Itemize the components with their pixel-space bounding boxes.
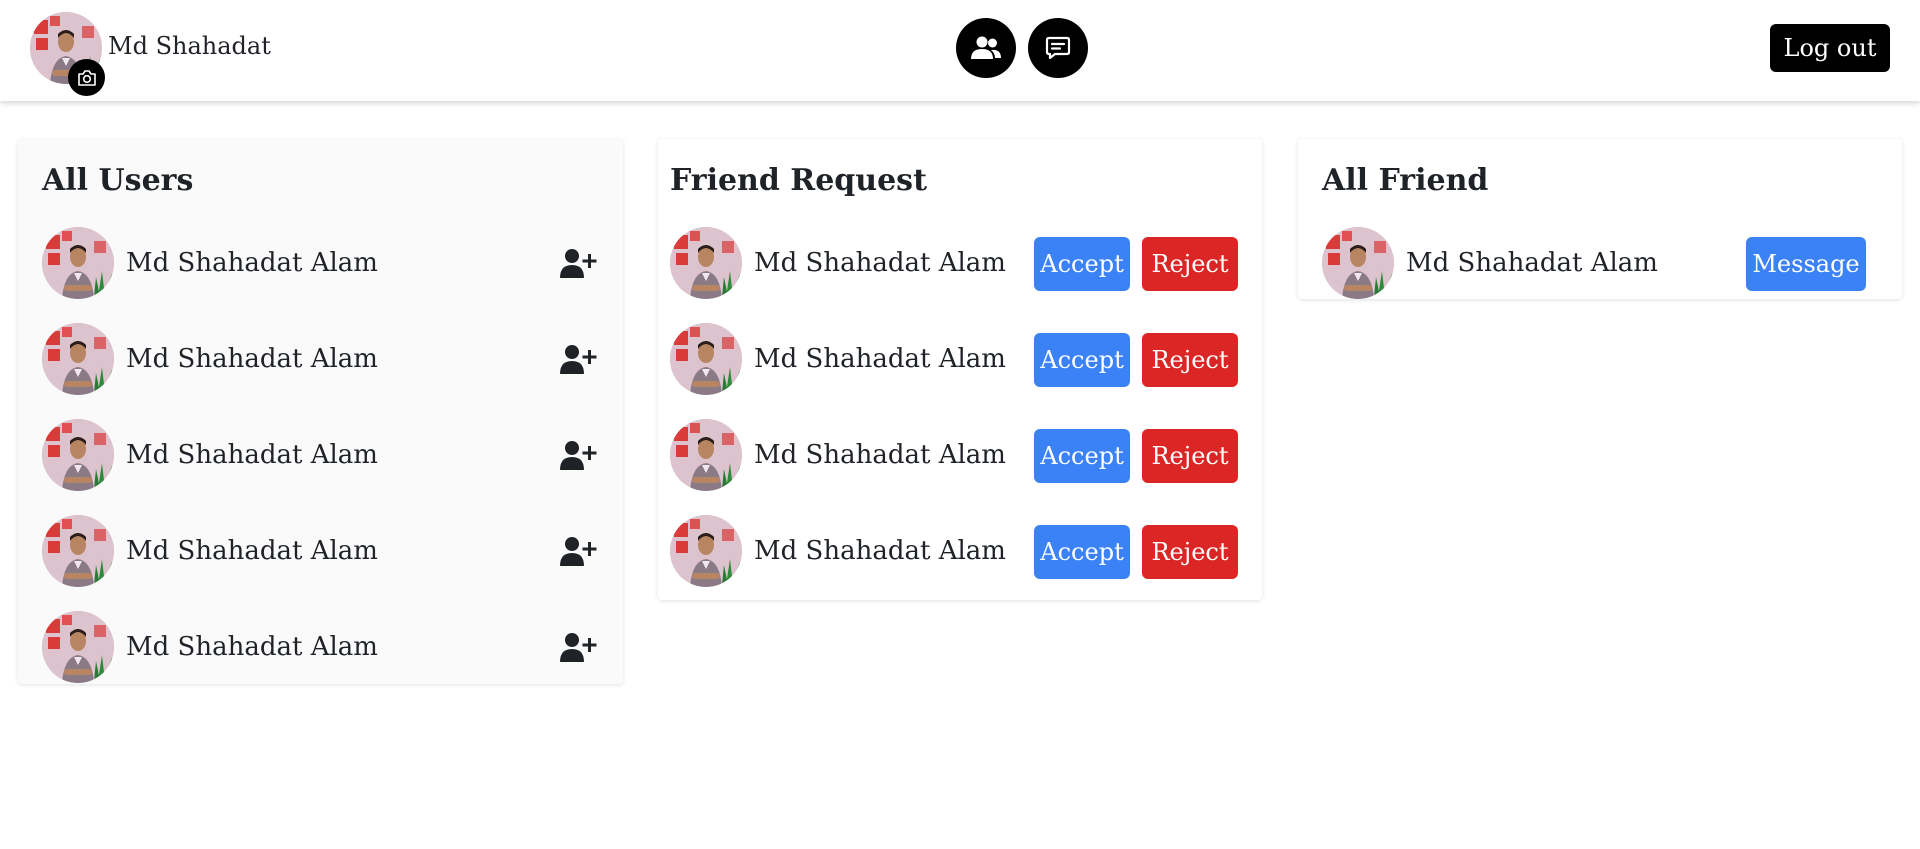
friend-list-item: Md Shahadat Alam <box>1322 227 1658 299</box>
user-name: Md Shahadat Alam <box>126 344 378 374</box>
reject-button[interactable]: Reject <box>1142 333 1238 387</box>
reject-button[interactable]: Reject <box>1142 429 1238 483</box>
main-nav <box>956 18 1088 78</box>
add-friend-icon[interactable] <box>559 531 599 571</box>
friend-request-item: Md Shahadat Alam <box>670 227 1006 299</box>
camera-icon[interactable] <box>68 59 105 96</box>
friend-name: Md Shahadat Alam <box>1406 248 1658 278</box>
friend-request-panel: Friend Request Md Shahadat Alam Accept R… <box>658 139 1262 600</box>
current-user: Md Shahadat <box>30 12 271 96</box>
accept-button[interactable]: Accept <box>1034 429 1130 483</box>
requester-name: Md Shahadat Alam <box>754 248 1006 278</box>
users-icon <box>971 36 1001 59</box>
messages-button[interactable] <box>1028 18 1088 78</box>
chat-icon <box>1045 36 1071 60</box>
avatar[interactable] <box>42 611 114 683</box>
avatar[interactable] <box>670 323 742 395</box>
user-list-item: Md Shahadat Alam <box>42 419 599 491</box>
friend-request-title: Friend Request <box>670 163 927 198</box>
friend-request-item: Md Shahadat Alam <box>670 419 1006 491</box>
all-users-title: All Users <box>42 163 194 198</box>
all-users-panel: All Users Md Shahadat Alam Md Shahadat A… <box>18 139 623 684</box>
avatar[interactable] <box>42 227 114 299</box>
add-friend-icon[interactable] <box>559 627 599 667</box>
top-header: Md Shahadat Log out <box>0 0 1920 101</box>
all-friends-panel: All Friend Md Shahadat Alam Message <box>1298 139 1902 299</box>
friend-request-item: Md Shahadat Alam <box>670 323 1006 395</box>
user-name: Md Shahadat Alam <box>126 440 378 470</box>
user-name: Md Shahadat Alam <box>126 248 378 278</box>
requester-name: Md Shahadat Alam <box>754 536 1006 566</box>
avatar[interactable] <box>670 227 742 299</box>
accept-button[interactable]: Accept <box>1034 237 1130 291</box>
accept-button[interactable]: Accept <box>1034 333 1130 387</box>
avatar[interactable] <box>670 515 742 587</box>
avatar[interactable] <box>670 419 742 491</box>
user-name: Md Shahadat Alam <box>126 632 378 662</box>
friend-request-item: Md Shahadat Alam <box>670 515 1006 587</box>
user-list-item: Md Shahadat Alam <box>42 515 599 587</box>
user-list-item: Md Shahadat Alam <box>42 323 599 395</box>
friends-button[interactable] <box>956 18 1016 78</box>
current-user-name: Md Shahadat <box>108 32 271 60</box>
add-friend-icon[interactable] <box>559 435 599 475</box>
avatar[interactable] <box>42 515 114 587</box>
requester-name: Md Shahadat Alam <box>754 440 1006 470</box>
user-list-item: Md Shahadat Alam <box>42 227 599 299</box>
user-list-item: Md Shahadat Alam <box>42 611 599 683</box>
requester-name: Md Shahadat Alam <box>754 344 1006 374</box>
avatar[interactable] <box>42 323 114 395</box>
reject-button[interactable]: Reject <box>1142 237 1238 291</box>
logout-button[interactable]: Log out <box>1770 24 1890 72</box>
accept-button[interactable]: Accept <box>1034 525 1130 579</box>
user-name: Md Shahadat Alam <box>126 536 378 566</box>
message-button[interactable]: Message <box>1746 237 1866 291</box>
all-friends-title: All Friend <box>1322 163 1489 198</box>
profile-avatar-wrapper <box>30 12 105 96</box>
avatar[interactable] <box>1322 227 1394 299</box>
add-friend-icon[interactable] <box>559 243 599 283</box>
reject-button[interactable]: Reject <box>1142 525 1238 579</box>
avatar[interactable] <box>42 419 114 491</box>
add-friend-icon[interactable] <box>559 339 599 379</box>
